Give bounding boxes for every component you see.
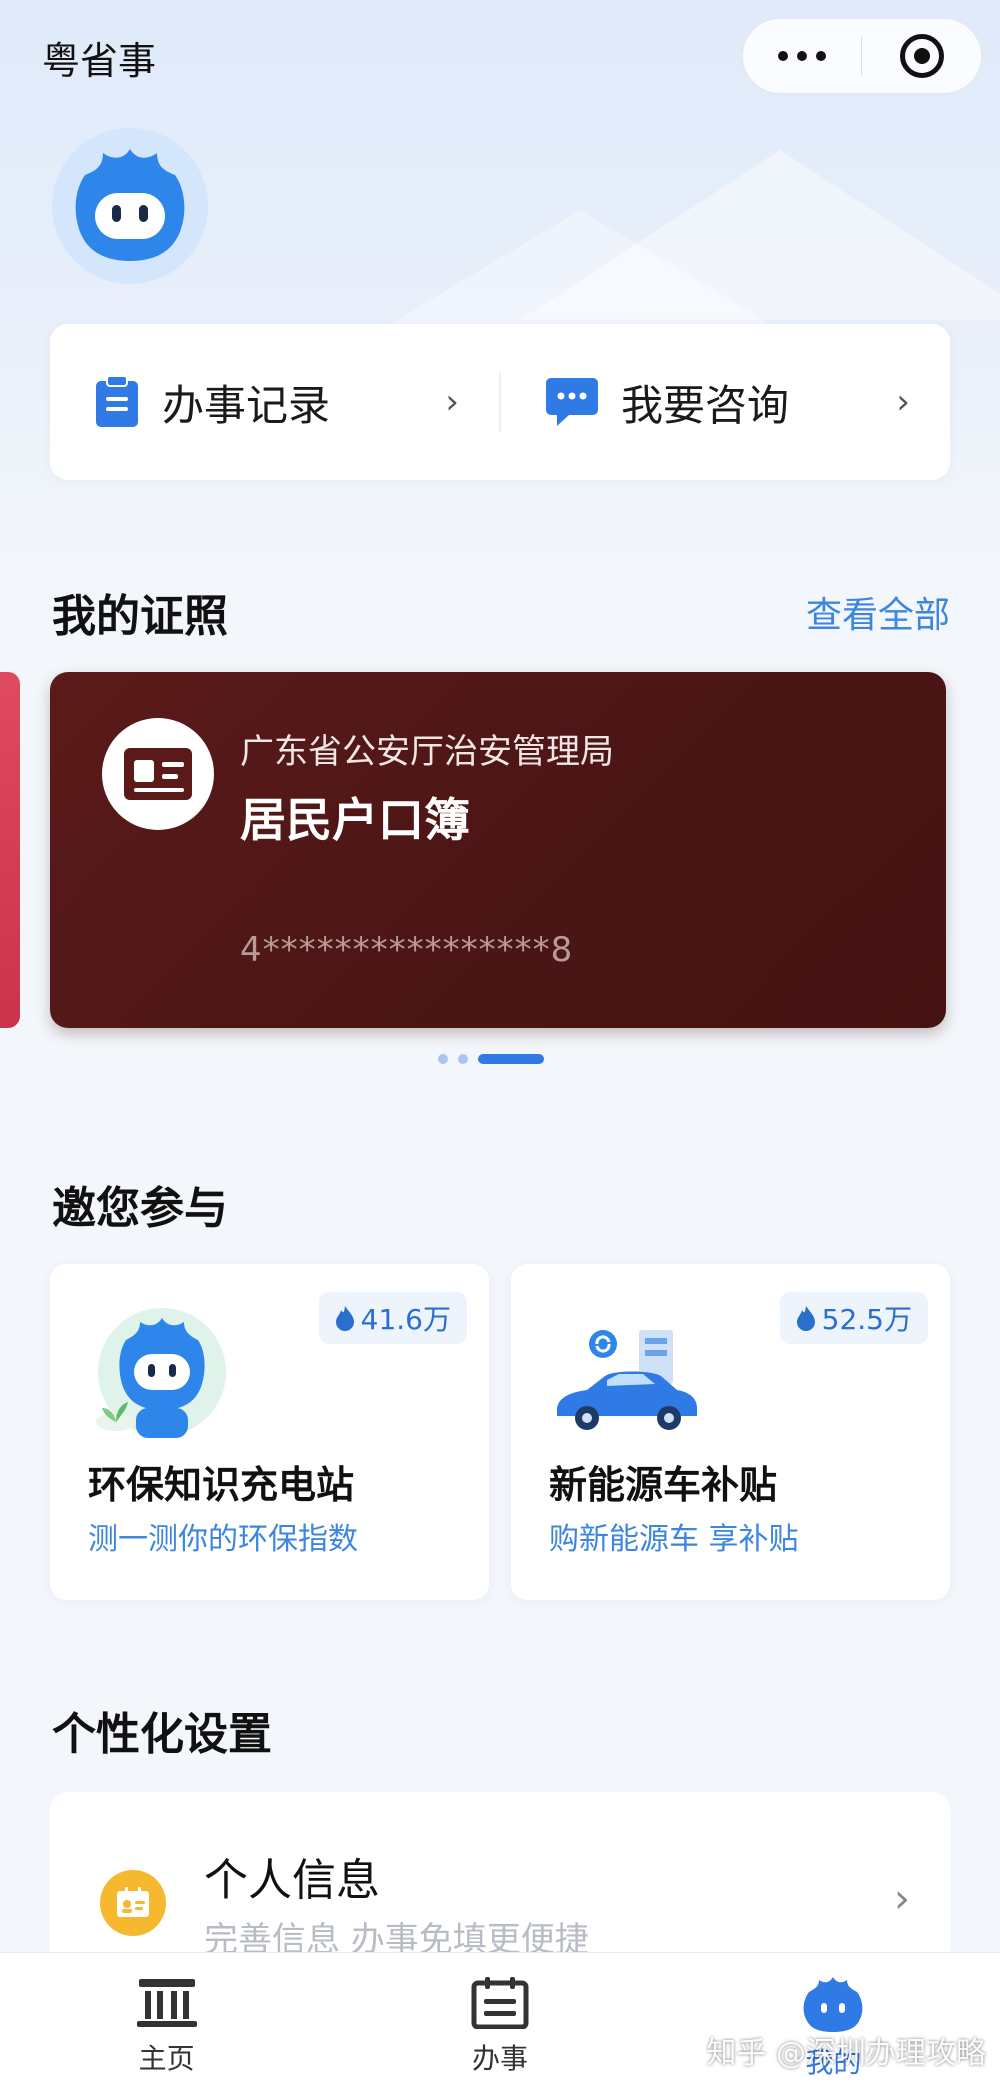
more-dot-icon	[816, 51, 826, 61]
quick-actions-card: 办事记录 › 我要咨询 ›	[50, 324, 950, 480]
app-title: 粤省事	[42, 39, 157, 83]
participate-subtitle: 购新能源车 享补贴	[549, 1522, 799, 1557]
records-entry[interactable]: 办事记录 ›	[50, 324, 499, 480]
chevron-right-icon: ›	[445, 382, 459, 422]
license-name: 居民户口簿	[240, 793, 470, 847]
pager-dot[interactable]	[458, 1054, 468, 1064]
close-button[interactable]	[862, 34, 981, 78]
records-label: 办事记录	[162, 380, 331, 430]
avatar[interactable]	[52, 128, 208, 284]
chevron-right-icon: ›	[896, 382, 910, 422]
tab-home-label: 主页	[138, 2042, 195, 2075]
participate-title: 新能源车补贴	[549, 1463, 778, 1507]
settings-section-title: 个性化设置	[52, 1709, 272, 1760]
flame-icon	[335, 1306, 354, 1331]
tab-services-label: 办事	[471, 2042, 528, 2075]
participate-card-ev[interactable]: 52.5万 新能源车补贴 购新能源车 享补贴	[511, 1264, 950, 1600]
clipboard-icon	[96, 375, 138, 427]
flame-icon	[796, 1306, 815, 1331]
participate-card-eco[interactable]: 41.6万 环保知识充电站 测一测你的环保指数	[50, 1264, 489, 1600]
personal-info-title: 个人信息	[204, 1855, 380, 1906]
participate-title: 环保知识充电站	[88, 1463, 355, 1507]
id-badge-icon	[100, 1870, 166, 1936]
heat-badge: 41.6万	[318, 1292, 467, 1344]
more-dot-icon	[797, 51, 807, 61]
license-card[interactable]: 广东省公安厅治安管理局 居民户口簿 4****************8	[50, 672, 946, 1028]
licenses-section-title: 我的证照	[52, 591, 228, 642]
watermark: 知乎 @深圳办理攻略	[706, 2036, 986, 2071]
mini-program-capsule	[742, 18, 982, 94]
calendar-icon	[471, 1977, 529, 2029]
consult-entry[interactable]: 我要咨询 ›	[501, 324, 950, 480]
participate-section-title: 邀您参与	[52, 1183, 228, 1234]
mascot-avatar-icon	[75, 149, 185, 261]
license-number: 4****************8	[240, 930, 574, 970]
previous-license-card[interactable]	[0, 672, 20, 1028]
more-button[interactable]	[743, 51, 861, 61]
home-building-icon	[136, 1979, 197, 2027]
id-card-icon	[102, 718, 214, 830]
participate-list: 41.6万 环保知识充电站 测一测你的环保指数 52.5万 新能源车补贴 购新能…	[50, 1264, 950, 1600]
pager-dot[interactable]	[438, 1054, 448, 1064]
electric-car-icon	[557, 1330, 697, 1430]
participate-subtitle: 测一测你的环保指数	[88, 1522, 358, 1557]
heat-badge: 52.5万	[779, 1292, 928, 1344]
tab-services[interactable]: 办事	[333, 1953, 666, 2092]
chevron-right-icon: ›	[894, 1876, 910, 1922]
chat-bubble-icon	[546, 378, 598, 426]
license-issuer: 广东省公安厅治安管理局	[240, 732, 614, 772]
heat-count: 41.6万	[360, 1303, 451, 1336]
tab-home[interactable]: 主页	[0, 1953, 333, 2092]
consult-label: 我要咨询	[621, 380, 790, 430]
see-all-link[interactable]: 查看全部	[806, 586, 950, 638]
target-close-icon	[899, 34, 944, 78]
heat-count: 52.5万	[821, 1303, 912, 1336]
more-dot-icon	[778, 51, 788, 61]
carousel-pager	[438, 1054, 544, 1064]
mascot-tab-icon	[803, 1977, 863, 2032]
eco-mascot-icon	[96, 1308, 226, 1438]
pager-dot-active[interactable]	[478, 1054, 544, 1064]
mountain-decoration-2	[380, 210, 780, 330]
